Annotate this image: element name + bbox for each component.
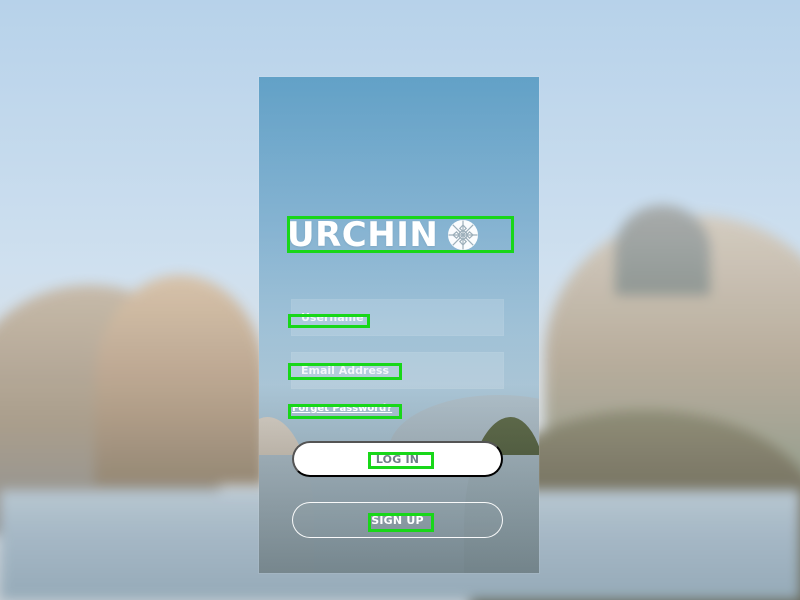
urchin-icon bbox=[448, 220, 479, 250]
background-peak-right bbox=[615, 205, 710, 295]
login-button[interactable]: LOG IN bbox=[292, 441, 503, 477]
username-field[interactable] bbox=[291, 299, 504, 336]
username-input[interactable] bbox=[301, 311, 494, 324]
background-peak-left bbox=[95, 275, 265, 485]
brand-row: URCHIN bbox=[287, 216, 512, 254]
forgot-password-link[interactable]: Forget Password? bbox=[292, 403, 392, 414]
brand-name: URCHIN bbox=[287, 215, 439, 255]
signup-button[interactable]: SIGN UP bbox=[292, 502, 503, 538]
email-field[interactable] bbox=[291, 352, 504, 389]
login-screen: URCHIN Username Email Address Forget Pas… bbox=[0, 0, 800, 600]
email-input[interactable] bbox=[301, 364, 494, 377]
login-card: URCHIN Username Email Address Forget Pas… bbox=[259, 77, 539, 573]
login-content: URCHIN Username Email Address Forget Pas… bbox=[259, 77, 539, 573]
